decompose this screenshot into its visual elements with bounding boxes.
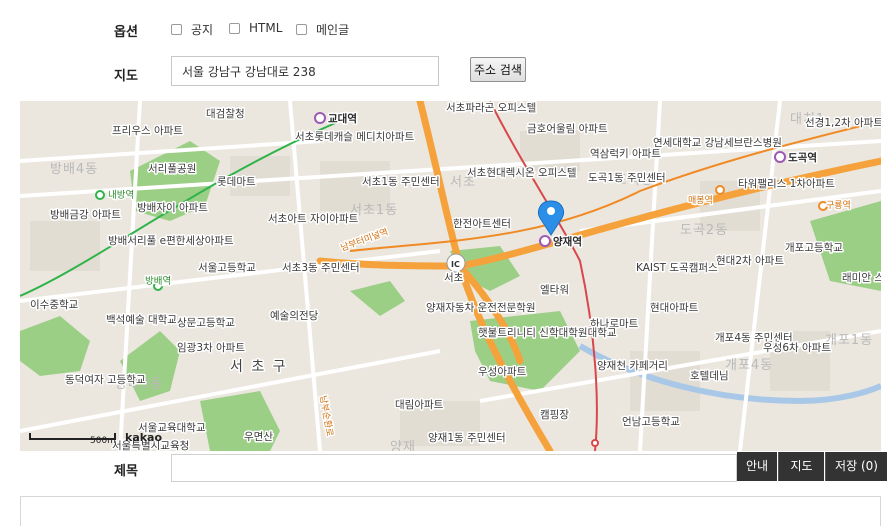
- option-html[interactable]: HTML: [229, 21, 282, 35]
- checkbox-main-post[interactable]: [296, 24, 307, 35]
- map-label-seocho-gu: 서 초 구: [230, 359, 288, 375]
- options-label: 옵션: [114, 25, 138, 40]
- title-label: 제목: [114, 464, 138, 479]
- map-place: 양재1동 주민센터: [428, 432, 506, 444]
- map-place: 양재자동차 운전전문학원: [426, 302, 536, 314]
- map-place: 서리풀공원: [148, 163, 196, 175]
- map-place: 현대2차 아파트: [716, 255, 784, 267]
- map-place: 서초3동 주민센터: [282, 262, 360, 274]
- map-place: 임광3차 아파트: [177, 341, 245, 354]
- map-place: 상문고등학교: [177, 317, 235, 329]
- svg-text:IC: IC: [451, 260, 460, 269]
- map-place: 한전아트센터: [453, 218, 511, 230]
- option-html-label: HTML: [249, 21, 283, 35]
- map-label-gaepo1: 개포1동: [825, 333, 873, 348]
- map-label-yangjae: 양재: [390, 440, 416, 451]
- map-label-bangbae4: 방배4동: [50, 162, 98, 177]
- address-input[interactable]: [171, 56, 439, 86]
- map-place: 서초1동 주민센터: [362, 176, 440, 188]
- map-station: 도곡역: [788, 151, 817, 164]
- map-place: 방배자이 아파트: [137, 202, 208, 214]
- map-place: 연세대학교 강남세브란스병원: [653, 137, 782, 149]
- map-place: 서초현대렉시온 오피스텔: [467, 167, 577, 179]
- map-label-gaepo4: 개포4동: [725, 358, 773, 373]
- map-label: 지도: [114, 69, 138, 84]
- map-place: 롯데마트: [217, 176, 256, 188]
- map-place: 우성6차 아파트: [763, 342, 831, 354]
- map-place: 역삼럭키 아파트: [590, 148, 661, 160]
- map-label-dogok2: 도곡2동: [680, 223, 728, 238]
- map-place: 서초: [444, 272, 464, 284]
- map-place: 서울고등학교: [198, 262, 256, 274]
- map-button[interactable]: 지도: [778, 452, 824, 481]
- map-place: 방배금강 아파트: [50, 209, 121, 221]
- save-button[interactable]: 저장 (0): [825, 452, 887, 481]
- map-station: 구룡역: [826, 200, 851, 211]
- map-place: 타워팰리스 1차아파트: [738, 177, 835, 190]
- map-place: 언남고등학교: [622, 416, 680, 428]
- map-place: KAIST 도곡캠퍼스: [636, 262, 718, 274]
- map-place: 캠핑장: [540, 409, 569, 421]
- map-place: 이수중학교: [30, 299, 79, 311]
- editor-area[interactable]: [20, 496, 881, 526]
- option-main-post[interactable]: 메인글: [296, 21, 349, 38]
- map-place: 선경1,2차 아파트: [805, 116, 881, 129]
- map-station: 내방역: [108, 190, 134, 201]
- map-place: 서초롯데캐슬 메디치아파트: [295, 131, 415, 143]
- map-place: 서초파라곤 오피스텔: [446, 102, 536, 114]
- map-place: 양재천 카페거리: [597, 360, 668, 372]
- map-station: 방배역: [145, 276, 171, 287]
- checkbox-notice[interactable]: [171, 24, 182, 35]
- guide-button[interactable]: 안내: [737, 452, 777, 481]
- map-place: 현대아파트: [650, 302, 699, 314]
- map-place: 대림아파트: [395, 399, 444, 411]
- map-station: 교대역: [328, 112, 357, 125]
- address-search-button[interactable]: 주소 검색: [470, 57, 526, 82]
- map-place: 래미안 스티지: [842, 272, 881, 284]
- map-place: 개포고등학교: [785, 242, 843, 254]
- map-place: 금호어울림 아파트: [527, 123, 608, 135]
- title-input[interactable]: [171, 454, 737, 482]
- map-station: 양재역: [553, 235, 582, 248]
- map-place: 우면산: [244, 431, 273, 443]
- map-place: 우성아파트: [478, 366, 527, 378]
- checkbox-html[interactable]: [229, 22, 240, 34]
- option-notice-label: 공지: [191, 23, 214, 37]
- map-station: 매봉역: [688, 195, 713, 206]
- map-place: 예술의전당: [270, 309, 319, 322]
- map-provider-logo: kakao: [125, 431, 162, 444]
- map-place: 호텔데님: [690, 370, 729, 382]
- map-place: 도곡1동 주민센터: [588, 172, 666, 184]
- map-canvas[interactable]: IC 서 초 구 방배4동 방배3동 서초 도곡동 도곡2동 개포1동 개포4동…: [20, 101, 881, 451]
- map-scale-label: 500m: [90, 436, 116, 446]
- map-place: 서초아트 자이아파트: [268, 213, 359, 225]
- map-place: 프리우스 아파트: [112, 125, 183, 137]
- map-place: 방배서리풀 e편한세상아파트: [108, 234, 234, 247]
- map-place: 대검찰청: [206, 108, 245, 120]
- map-view[interactable]: IC 서 초 구 방배4동 방배3동 서초 도곡동 도곡2동 개포1동 개포4동…: [20, 101, 881, 451]
- map-place: 햇불트리니티 신학대학원대학교: [478, 327, 617, 339]
- map-place: 동덕여자 고등학교: [65, 374, 146, 386]
- option-notice[interactable]: 공지: [171, 21, 213, 38]
- map-place: 엘타워: [540, 283, 569, 296]
- option-main-post-label: 메인글: [316, 23, 350, 37]
- map-place: 백석예술 대학교: [106, 313, 177, 326]
